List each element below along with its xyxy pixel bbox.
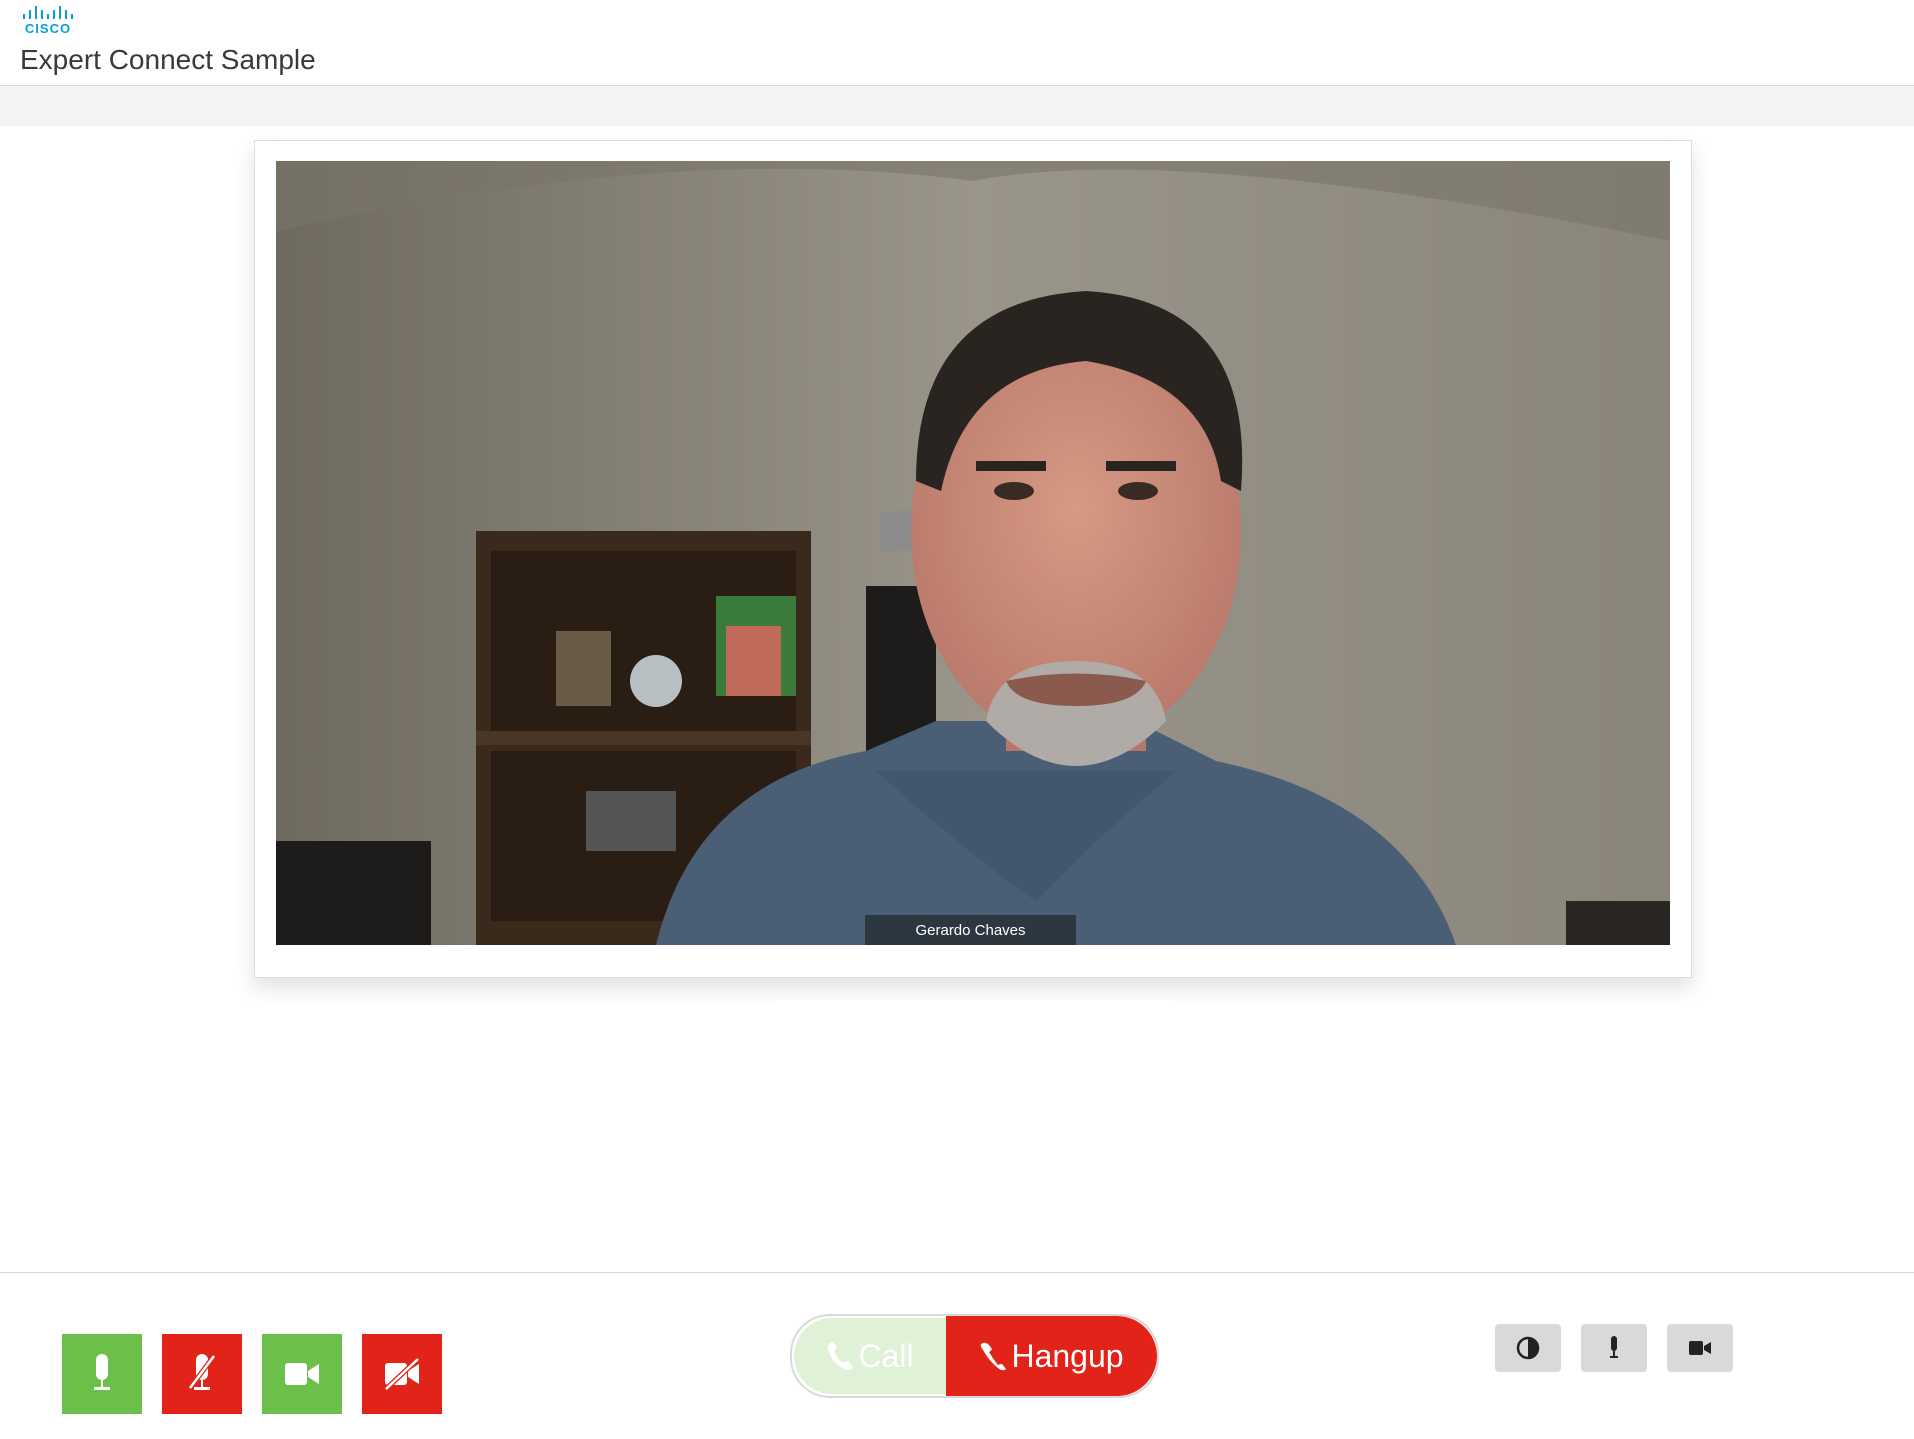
contrast-icon: [1516, 1336, 1540, 1360]
contrast-toggle-button[interactable]: [1495, 1324, 1561, 1372]
self-view-video: [775, 1000, 1171, 1034]
microphone-icon-small: [1610, 1336, 1618, 1358]
call-button[interactable]: Call: [794, 1318, 946, 1394]
hangup-button[interactable]: Hangup: [946, 1316, 1157, 1396]
camera-toggle-button[interactable]: [1667, 1324, 1733, 1372]
microphone-toggle-button[interactable]: [1581, 1324, 1647, 1372]
page-title: Expert Connect Sample: [20, 44, 316, 75]
video-camera-icon: [285, 1363, 319, 1385]
microphone-muted-icon: [188, 1354, 216, 1390]
video-feed-image: [276, 161, 1670, 945]
hangup-label: Hangup: [1011, 1337, 1124, 1374]
sub-toolbar: [0, 86, 1914, 126]
video-camera-icon-small: [1689, 1341, 1711, 1355]
start-video-button[interactable]: [262, 1334, 342, 1414]
app-header: CISCO Expert Connect Sample: [0, 0, 1914, 86]
phone-icon: [828, 1342, 854, 1370]
participant-name-tag: Gerardo Chaves: [865, 915, 1076, 945]
stop-video-button[interactable]: [362, 1334, 442, 1414]
cisco-logo: CISCO: [22, 5, 74, 36]
video-camera-off-icon: [384, 1358, 420, 1390]
remote-video-frame: Gerardo Chaves: [254, 140, 1692, 978]
call-label: Call: [858, 1337, 914, 1374]
microphone-icon: [94, 1354, 110, 1390]
hangup-phone-icon: [981, 1342, 1007, 1371]
mute-audio-button[interactable]: [162, 1334, 242, 1414]
logo-text: CISCO: [24, 21, 72, 36]
remote-video: Gerardo Chaves: [276, 161, 1670, 945]
unmute-audio-button[interactable]: [62, 1334, 142, 1414]
call-hangup-group: Call Hangup: [790, 1314, 1159, 1398]
